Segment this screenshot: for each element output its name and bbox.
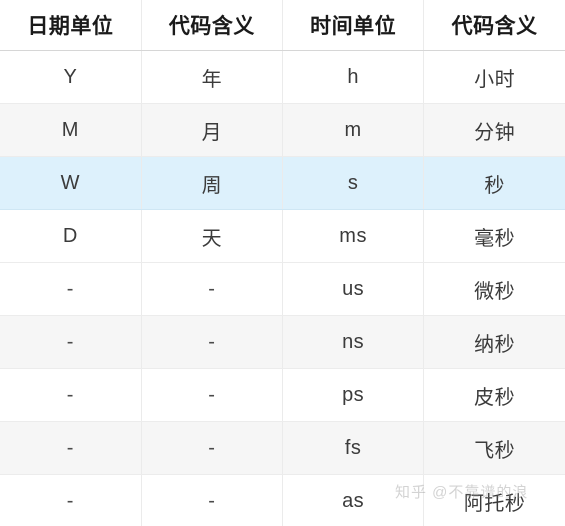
cell-time-unit: s [282, 156, 425, 210]
column-header-time-unit: 时间单位 [282, 0, 425, 51]
table-row[interactable]: - - ps 皮秒 [0, 368, 565, 422]
cell-time-meaning: 阿托秒 [423, 474, 565, 526]
cell-time-unit: ms [282, 209, 425, 263]
cell-date-unit: M [0, 103, 142, 157]
unit-reference-table: 日期单位 代码含义 时间单位 代码含义 Y 年 h 小时 M 月 m 分钟 W … [0, 0, 565, 526]
cell-date-unit: - [0, 262, 142, 316]
cell-date-unit: D [0, 209, 142, 263]
cell-time-unit: m [282, 103, 425, 157]
table-header: 日期单位 代码含义 时间单位 代码含义 [0, 0, 565, 51]
cell-time-meaning: 分钟 [423, 103, 565, 157]
cell-time-unit: fs [282, 421, 425, 475]
cell-time-meaning: 纳秒 [423, 315, 565, 369]
column-header-date-unit: 日期单位 [0, 0, 142, 51]
cell-time-meaning: 微秒 [423, 262, 565, 316]
cell-date-meaning: - [141, 368, 284, 422]
unit-reference-table-container: 日期单位 代码含义 时间单位 代码含义 Y 年 h 小时 M 月 m 分钟 W … [0, 0, 565, 526]
cell-date-meaning: - [141, 262, 284, 316]
table-row[interactable]: D 天 ms 毫秒 [0, 209, 565, 263]
table-row[interactable]: M 月 m 分钟 [0, 103, 565, 157]
column-header-time-meaning: 代码含义 [423, 0, 565, 51]
table-header-row: 日期单位 代码含义 时间单位 代码含义 [0, 0, 565, 51]
cell-time-meaning: 秒 [423, 156, 565, 210]
cell-time-unit: h [282, 50, 425, 104]
cell-date-meaning: - [141, 421, 284, 475]
table-row[interactable]: - - as 阿托秒 [0, 474, 565, 526]
cell-date-meaning: - [141, 474, 284, 526]
cell-date-meaning: 天 [141, 209, 284, 263]
cell-time-unit: us [282, 262, 425, 316]
cell-time-meaning: 皮秒 [423, 368, 565, 422]
table-row-highlighted[interactable]: W 周 s 秒 [0, 156, 565, 210]
cell-date-unit: W [0, 156, 142, 210]
table-row[interactable]: - - fs 飞秒 [0, 421, 565, 475]
column-header-date-meaning: 代码含义 [141, 0, 284, 51]
cell-date-unit: - [0, 474, 142, 526]
cell-date-meaning: 周 [141, 156, 284, 210]
cell-time-unit: ps [282, 368, 425, 422]
cell-time-unit: ns [282, 315, 425, 369]
table-row[interactable]: Y 年 h 小时 [0, 50, 565, 104]
cell-time-meaning: 毫秒 [423, 209, 565, 263]
table-row[interactable]: - - ns 纳秒 [0, 315, 565, 369]
table-row[interactable]: - - us 微秒 [0, 262, 565, 316]
cell-time-unit: as [282, 474, 425, 526]
cell-date-unit: - [0, 421, 142, 475]
cell-date-meaning: 年 [141, 50, 284, 104]
cell-date-unit: Y [0, 50, 142, 104]
cell-date-unit: - [0, 368, 142, 422]
cell-time-meaning: 飞秒 [423, 421, 565, 475]
cell-time-meaning: 小时 [423, 50, 565, 104]
cell-date-unit: - [0, 315, 142, 369]
table-body: Y 年 h 小时 M 月 m 分钟 W 周 s 秒 D 天 ms 毫秒 - - … [0, 50, 565, 526]
cell-date-meaning: 月 [141, 103, 284, 157]
cell-date-meaning: - [141, 315, 284, 369]
